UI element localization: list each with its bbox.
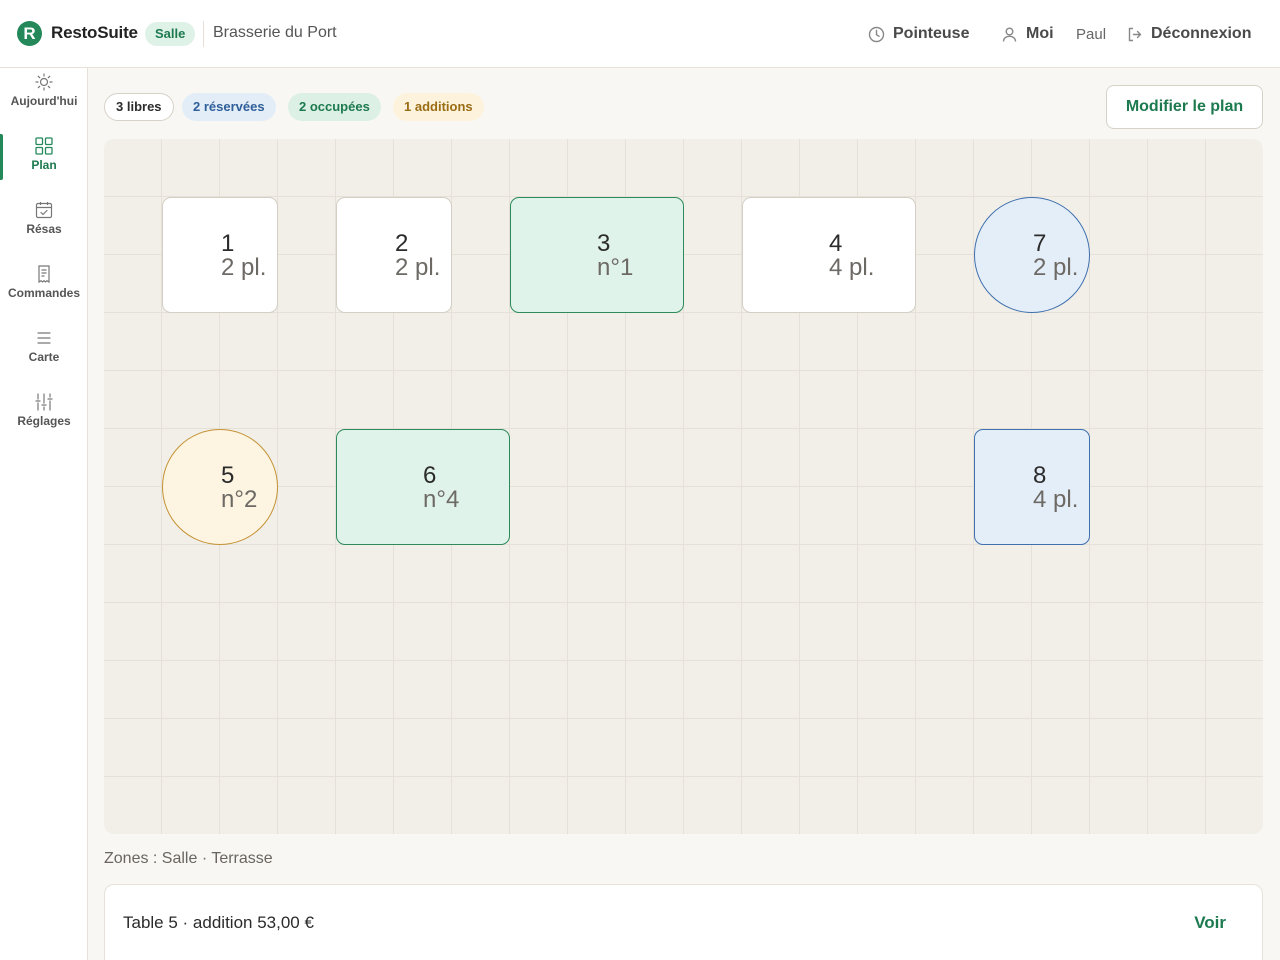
me-button[interactable]: Moi xyxy=(1001,0,1054,68)
sidebar-item-label: Aujourd'hui xyxy=(10,94,78,108)
bill-notification-panel: Table 5 · addition 53,00 € Voir xyxy=(104,884,1263,960)
table-seats: 4 pl. xyxy=(1033,486,1079,513)
restaurant-name: Brasserie du Port xyxy=(213,24,337,41)
logout-button[interactable]: Déconnexion xyxy=(1126,0,1251,68)
table-seats: 4 pl. xyxy=(829,254,875,281)
grid-icon xyxy=(35,137,53,155)
me-label: Moi xyxy=(1026,25,1054,42)
app-logo[interactable]: R xyxy=(17,21,42,46)
sidebar-item-reservations[interactable]: Résas xyxy=(0,194,88,254)
list-icon xyxy=(37,332,51,344)
table-4[interactable]: 4 4 pl. xyxy=(742,197,916,313)
sidebar-item-label: Réglages xyxy=(17,414,71,428)
status-occupied-badge[interactable]: 2 occupées xyxy=(288,93,381,121)
floor-plan: 1 2 pl. 2 2 pl. 3 n°1 4 4 pl. 7 2 pl. 5 … xyxy=(104,139,1263,834)
table-8[interactable]: 8 4 pl. xyxy=(974,429,1090,545)
app-name: RestoSuite xyxy=(51,23,138,42)
table-6[interactable]: 6 n°4 xyxy=(336,429,510,545)
table-seats: 2 pl. xyxy=(395,254,441,281)
clock-icon xyxy=(868,26,885,42)
mode-badge: Salle xyxy=(145,22,196,46)
sidebar-item-plan[interactable]: Plan xyxy=(0,130,88,190)
sidebar-item-label: Plan xyxy=(31,158,57,172)
sidebar-item-today[interactable]: Aujourd'hui xyxy=(0,66,88,126)
logout-label: Déconnexion xyxy=(1151,25,1252,42)
zones-label: Zones : Salle · Terrasse xyxy=(104,850,273,867)
table-3[interactable]: 3 n°1 xyxy=(510,197,684,313)
sidebar-item-settings[interactable]: Réglages xyxy=(0,386,88,446)
sidebar-item-label: Carte xyxy=(28,350,60,364)
logout-icon xyxy=(1128,27,1142,41)
user-name-block: Paul xyxy=(1076,0,1106,68)
table-order: n°1 xyxy=(597,254,634,281)
user-icon xyxy=(1002,27,1017,42)
active-indicator xyxy=(0,134,3,180)
table-1[interactable]: 1 2 pl. xyxy=(162,197,278,313)
user-name: Paul xyxy=(1076,25,1107,43)
sidebar-item-label: Commandes xyxy=(7,286,81,300)
status-free-badge[interactable]: 3 libres xyxy=(104,93,174,121)
sidebar-item-orders[interactable]: Commandes xyxy=(0,258,88,318)
top-bar: R RestoSuite Salle Brasserie du Port Poi… xyxy=(0,0,1280,68)
table-order: n°4 xyxy=(423,486,460,513)
table-order: n°2 xyxy=(221,486,258,513)
header-divider xyxy=(203,21,204,47)
status-reserved-badge[interactable]: 2 réservées xyxy=(182,93,276,121)
timeclock-button[interactable]: Pointeuse xyxy=(868,0,969,68)
status-bills-badge[interactable]: 1 additions xyxy=(393,93,484,121)
timeclock-label: Pointeuse xyxy=(893,25,970,42)
sidebar-item-menu[interactable]: Carte xyxy=(0,322,88,382)
table-seats: 2 pl. xyxy=(221,254,267,281)
view-bill-link[interactable]: Voir xyxy=(1194,913,1226,933)
table-7[interactable]: 7 2 pl. xyxy=(974,197,1090,313)
receipt-icon xyxy=(38,265,50,284)
sidebar-item-label: Résas xyxy=(26,222,62,236)
table-5[interactable]: 5 n°2 xyxy=(162,429,278,545)
bill-text: Table 5 · addition 53,00 € xyxy=(123,913,314,932)
sun-icon xyxy=(35,73,53,91)
sidebar: Aujourd'hui Plan Résas Commandes Carte R… xyxy=(0,68,88,960)
table-seats: 2 pl. xyxy=(1033,254,1079,281)
table-2[interactable]: 2 2 pl. xyxy=(336,197,452,313)
sliders-icon xyxy=(35,393,53,411)
edit-plan-button[interactable]: Modifier le plan xyxy=(1106,85,1263,129)
calendar-check-icon xyxy=(35,202,53,219)
